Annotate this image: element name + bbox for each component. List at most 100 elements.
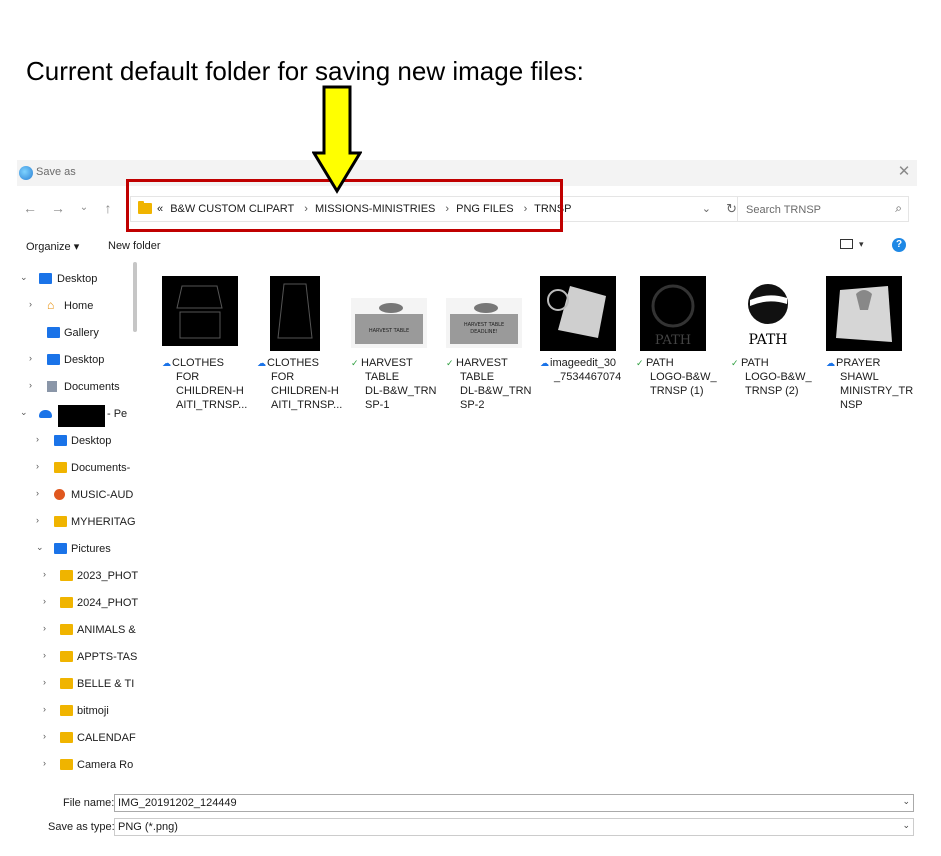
file-name: ✓ HARVEST TABLE DL-B&W_TRN SP-2 (446, 357, 532, 411)
tree-item-label: - Pe (107, 408, 128, 420)
music-icon (54, 489, 65, 500)
tree-item-label: Gallery (64, 327, 99, 339)
folder-icon (60, 651, 73, 662)
thumb-text: DEADLINE! (470, 329, 497, 335)
tree-item-label: Documents- (71, 462, 131, 474)
tree-item-label: Camera Ro (77, 759, 134, 771)
tree-item-label: Documents (64, 381, 120, 393)
home-icon: ⌂ (47, 298, 55, 312)
thumb-text: HARVEST TABLE (369, 328, 409, 334)
file-name: ☁PRAYER SHAWL MINISTRY_TR NSP (826, 357, 914, 411)
tree-item-label: APPTS-TAS (77, 651, 138, 663)
caption-text: Current default folder for saving new im… (26, 56, 584, 86)
cloud-icon (39, 410, 52, 418)
file-name-field[interactable]: IMG_20191202_124449 ⌄ (114, 794, 914, 812)
chevron-down-icon[interactable]: ⌄ (36, 542, 46, 553)
chevron-right-icon[interactable]: › (43, 569, 53, 579)
thumb-text: PATH (655, 333, 691, 348)
chevron-right-icon[interactable]: › (29, 353, 39, 363)
folder-icon (60, 732, 73, 743)
tree-item-label: Desktop (71, 435, 112, 447)
chevron-down-icon[interactable]: ⌄ (902, 820, 910, 831)
file-thumbnail (270, 276, 320, 351)
save-type-select[interactable]: PNG (*.png) ⌄ (114, 818, 914, 836)
view-options-chevron-icon[interactable]: ▾ (859, 239, 864, 250)
save-type-label: Save as type: (48, 821, 115, 833)
recent-locations-chevron-icon[interactable]: ⌄ (74, 198, 94, 218)
chevron-down-icon[interactable]: ⌄ (20, 407, 30, 418)
folder-icon (60, 570, 73, 581)
cloud-status-icon: ☁ (162, 358, 171, 368)
refresh-icon[interactable]: ↻ (726, 201, 737, 217)
folder-icon (60, 597, 73, 608)
window-title: Save as (36, 166, 76, 178)
chevron-right-icon[interactable]: › (43, 704, 53, 714)
cloud-status-icon: ☁ (540, 358, 549, 368)
folder-icon (54, 462, 67, 473)
app-icon (19, 166, 33, 180)
tree-item-label: Pictures (71, 543, 111, 555)
file-thumbnail: PATH (640, 276, 706, 351)
desktop-icon (47, 354, 60, 365)
chevron-right-icon[interactable]: › (43, 677, 53, 687)
chevron-right-icon[interactable]: › (36, 488, 46, 498)
tree-item-label: Desktop (64, 354, 105, 366)
folder-icon (60, 705, 73, 716)
search-box[interactable]: Search TRNSP ⌕ (737, 196, 909, 222)
tree-item-label: CALENDAF (77, 732, 136, 744)
folder-icon (54, 516, 67, 527)
file-name: ✓ HARVEST TABLE DL-B&W_TRN SP-1 (351, 357, 437, 411)
file-name: ☁CLOTHES FOR CHILDREN-H AITI_TRNSP... (257, 357, 343, 411)
file-name: ✓ PATH LOGO-B&W_ TRNSP (2) (731, 357, 812, 397)
file-thumbnail (540, 276, 616, 351)
folder-icon (60, 759, 73, 770)
chevron-right-icon[interactable]: › (29, 299, 39, 309)
organize-button[interactable]: Organize ▾ (26, 240, 79, 253)
synced-status-icon: ✓ (446, 358, 454, 368)
tree-item-label: ANIMALS & (77, 624, 136, 636)
new-folder-button[interactable]: New folder (108, 240, 161, 252)
chevron-right-icon[interactable]: › (43, 623, 53, 633)
chevron-right-icon[interactable]: › (36, 461, 46, 471)
chevron-right-icon[interactable]: › (36, 515, 46, 525)
search-icon: ⌕ (895, 201, 902, 215)
cloud-status-icon: ☁ (257, 358, 266, 368)
forward-arrow-icon[interactable]: → (48, 198, 68, 218)
tree-item-label: bitmoji (77, 705, 109, 717)
file-name-value[interactable]: IMG_20191202_124449 (118, 797, 237, 809)
desktop-icon (54, 435, 67, 446)
folder-icon (60, 624, 73, 635)
tree-item-label: Home (64, 300, 94, 312)
chevron-right-icon[interactable]: › (43, 596, 53, 606)
chevron-right-icon[interactable]: › (43, 650, 53, 660)
file-thumbnail: PATH (735, 276, 801, 351)
chevron-right-icon[interactable]: › (43, 731, 53, 741)
save-type-value[interactable]: PNG (*.png) (118, 821, 178, 833)
close-icon[interactable]: ✕ (895, 163, 913, 181)
view-options-icon[interactable] (840, 239, 853, 249)
synced-status-icon: ✓ (351, 358, 359, 368)
chevron-right-icon[interactable]: › (36, 434, 46, 444)
tree-item-label: Desktop (57, 273, 98, 285)
back-arrow-icon[interactable]: ← (20, 198, 40, 218)
navigation-pane[interactable]: ⌄ Desktop › ⌂ Home Gallery › Desktop › D… (17, 260, 139, 782)
address-dropdown-icon[interactable]: ⌄ (702, 202, 711, 215)
chevron-down-icon[interactable]: ⌄ (902, 796, 910, 807)
navigation-scrollbar[interactable] (133, 262, 137, 332)
chevron-down-icon[interactable]: ⌄ (20, 272, 30, 283)
up-arrow-icon[interactable]: ↑ (98, 198, 118, 218)
thumb-text: HARVEST TABLE (464, 322, 504, 328)
chevron-right-icon[interactable]: › (43, 758, 53, 768)
tree-item-label: MYHERITAG (71, 516, 136, 528)
file-list[interactable]: ☁CLOTHES FOR CHILDREN-H AITI_TRNSP... ☁C… (142, 260, 917, 782)
file-name: ☁imageedit_30 _7534467074 (540, 357, 622, 383)
file-name: ☁CLOTHES FOR CHILDREN-H AITI_TRNSP... (162, 357, 248, 411)
help-icon[interactable]: ? (892, 238, 906, 252)
desktop-icon (39, 273, 52, 284)
thumb-text: PATH (748, 332, 787, 348)
documents-icon (47, 381, 57, 392)
file-name-label: File name: (63, 797, 115, 809)
search-input[interactable]: Search TRNSP (746, 204, 821, 216)
chevron-right-icon[interactable]: › (29, 380, 39, 390)
save-as-dialog: Save as ✕ ← → ⌄ ↑ « B&W CUSTOM CLIPART › … (17, 160, 917, 842)
